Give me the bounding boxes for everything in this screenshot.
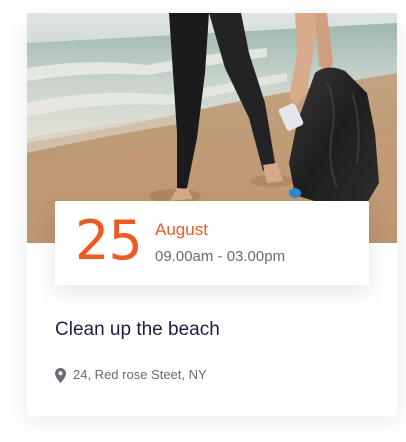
event-address: 24, Red rose Steet, NY bbox=[73, 367, 207, 382]
event-date-box: 25 August 09.00am - 03.00pm bbox=[55, 201, 369, 285]
event-month: August bbox=[155, 220, 208, 239]
event-day: 25 bbox=[75, 209, 143, 272]
event-title[interactable]: Clean up the beach bbox=[55, 317, 220, 343]
event-card[interactable]: 25 August 09.00am - 03.00pm Clean up the… bbox=[27, 13, 397, 416]
map-pin-icon bbox=[55, 367, 66, 383]
event-location: 24, Red rose Steet, NY bbox=[55, 366, 207, 384]
event-time: 09.00am - 03.00pm bbox=[155, 248, 286, 265]
